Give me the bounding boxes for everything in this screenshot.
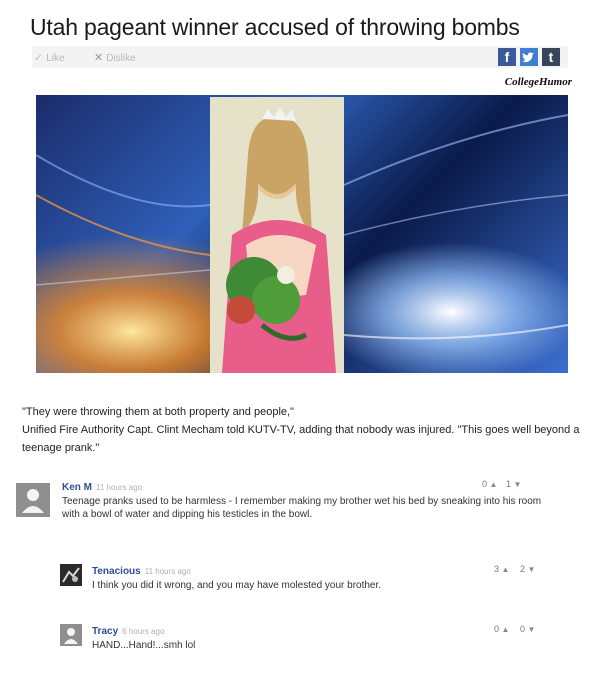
upvote-icon[interactable]: ▲: [490, 480, 498, 489]
downvote-count: 1: [505, 479, 511, 489]
tumblr-share-button[interactable]: t: [542, 48, 560, 66]
upvote-count: 3: [494, 564, 500, 574]
upvote-count: 0: [482, 479, 488, 489]
downvote-count: 0: [519, 624, 525, 634]
article-headline: Utah pageant winner accused of throwing …: [30, 14, 520, 40]
comment-text: I think you did it wrong, and you may ha…: [92, 580, 382, 591]
news-background-graphic: [36, 95, 568, 373]
upvote-icon[interactable]: ▲: [502, 565, 510, 574]
check-icon: ✓: [34, 52, 44, 64]
twitter-icon: [522, 52, 534, 62]
article-body: Unified Fire Authority Capt. Clint Mecha…: [22, 424, 580, 454]
comment-body: Ken M 11 hours ago Teenage pranks used to…: [62, 477, 552, 521]
avatar[interactable]: [16, 483, 50, 517]
avatar[interactable]: [60, 564, 82, 586]
upvote-icon[interactable]: ▲: [502, 625, 510, 634]
comment-votes: 3 ▲ 2 ▼: [494, 564, 535, 574]
comment-author[interactable]: Ken M: [62, 482, 92, 493]
dislike-button[interactable]: ✕ Dislike: [94, 51, 136, 64]
article-excerpt: "They were throwing them at both propert…: [22, 403, 582, 457]
comment-text: HAND...Hand!...smh lol: [92, 640, 196, 651]
user-photo-icon: [60, 564, 82, 586]
comment-item: Tenacious 11 hours ago I think you did it…: [60, 561, 580, 591]
comment-time: 11 hours ago: [96, 483, 143, 492]
comment-votes: 0 ▲ 1 ▼: [482, 479, 521, 489]
collegehumor-logo: CollegeHumor: [504, 76, 572, 88]
like-button[interactable]: ✓ Like: [34, 51, 65, 64]
article-quote: "They were throwing them at both propert…: [22, 406, 294, 418]
downvote-icon[interactable]: ▼: [528, 565, 536, 574]
comment-body: Tenacious 11 hours ago I think you did it…: [92, 561, 512, 592]
comment-author[interactable]: Tracy: [92, 626, 118, 637]
comment-time: 6 hours ago: [122, 627, 165, 636]
downvote-icon[interactable]: ▼: [514, 480, 522, 489]
default-user-icon: [16, 483, 50, 517]
dislike-label: Dislike: [106, 53, 136, 64]
downvote-icon[interactable]: ▼: [528, 625, 536, 634]
twitter-share-button[interactable]: [520, 48, 538, 66]
downvote-count: 2: [519, 564, 525, 574]
facebook-share-button[interactable]: f: [498, 48, 516, 66]
comment-votes: 0 ▲ 0 ▼: [494, 624, 535, 634]
comment-body: Tracy 6 hours ago HAND...Hand!...smh lol: [92, 621, 512, 652]
comment-text: Teenage pranks used to be harmless - I r…: [62, 496, 542, 520]
upvote-count: 0: [494, 624, 500, 634]
default-user-icon: [60, 624, 82, 646]
vote-action-bar: ✓ Like ✕ Dislike f t: [32, 46, 568, 68]
like-label: Like: [46, 53, 65, 64]
comment-time: 11 hours ago: [144, 567, 191, 576]
comment-item: Tracy 6 hours ago HAND...Hand!...smh lol …: [60, 621, 580, 651]
news-image: [36, 95, 568, 373]
avatar[interactable]: [60, 624, 82, 646]
comment-item: Ken M 11 hours ago Teenage pranks used to…: [16, 477, 576, 527]
x-icon: ✕: [94, 52, 104, 64]
comment-author[interactable]: Tenacious: [92, 566, 141, 577]
